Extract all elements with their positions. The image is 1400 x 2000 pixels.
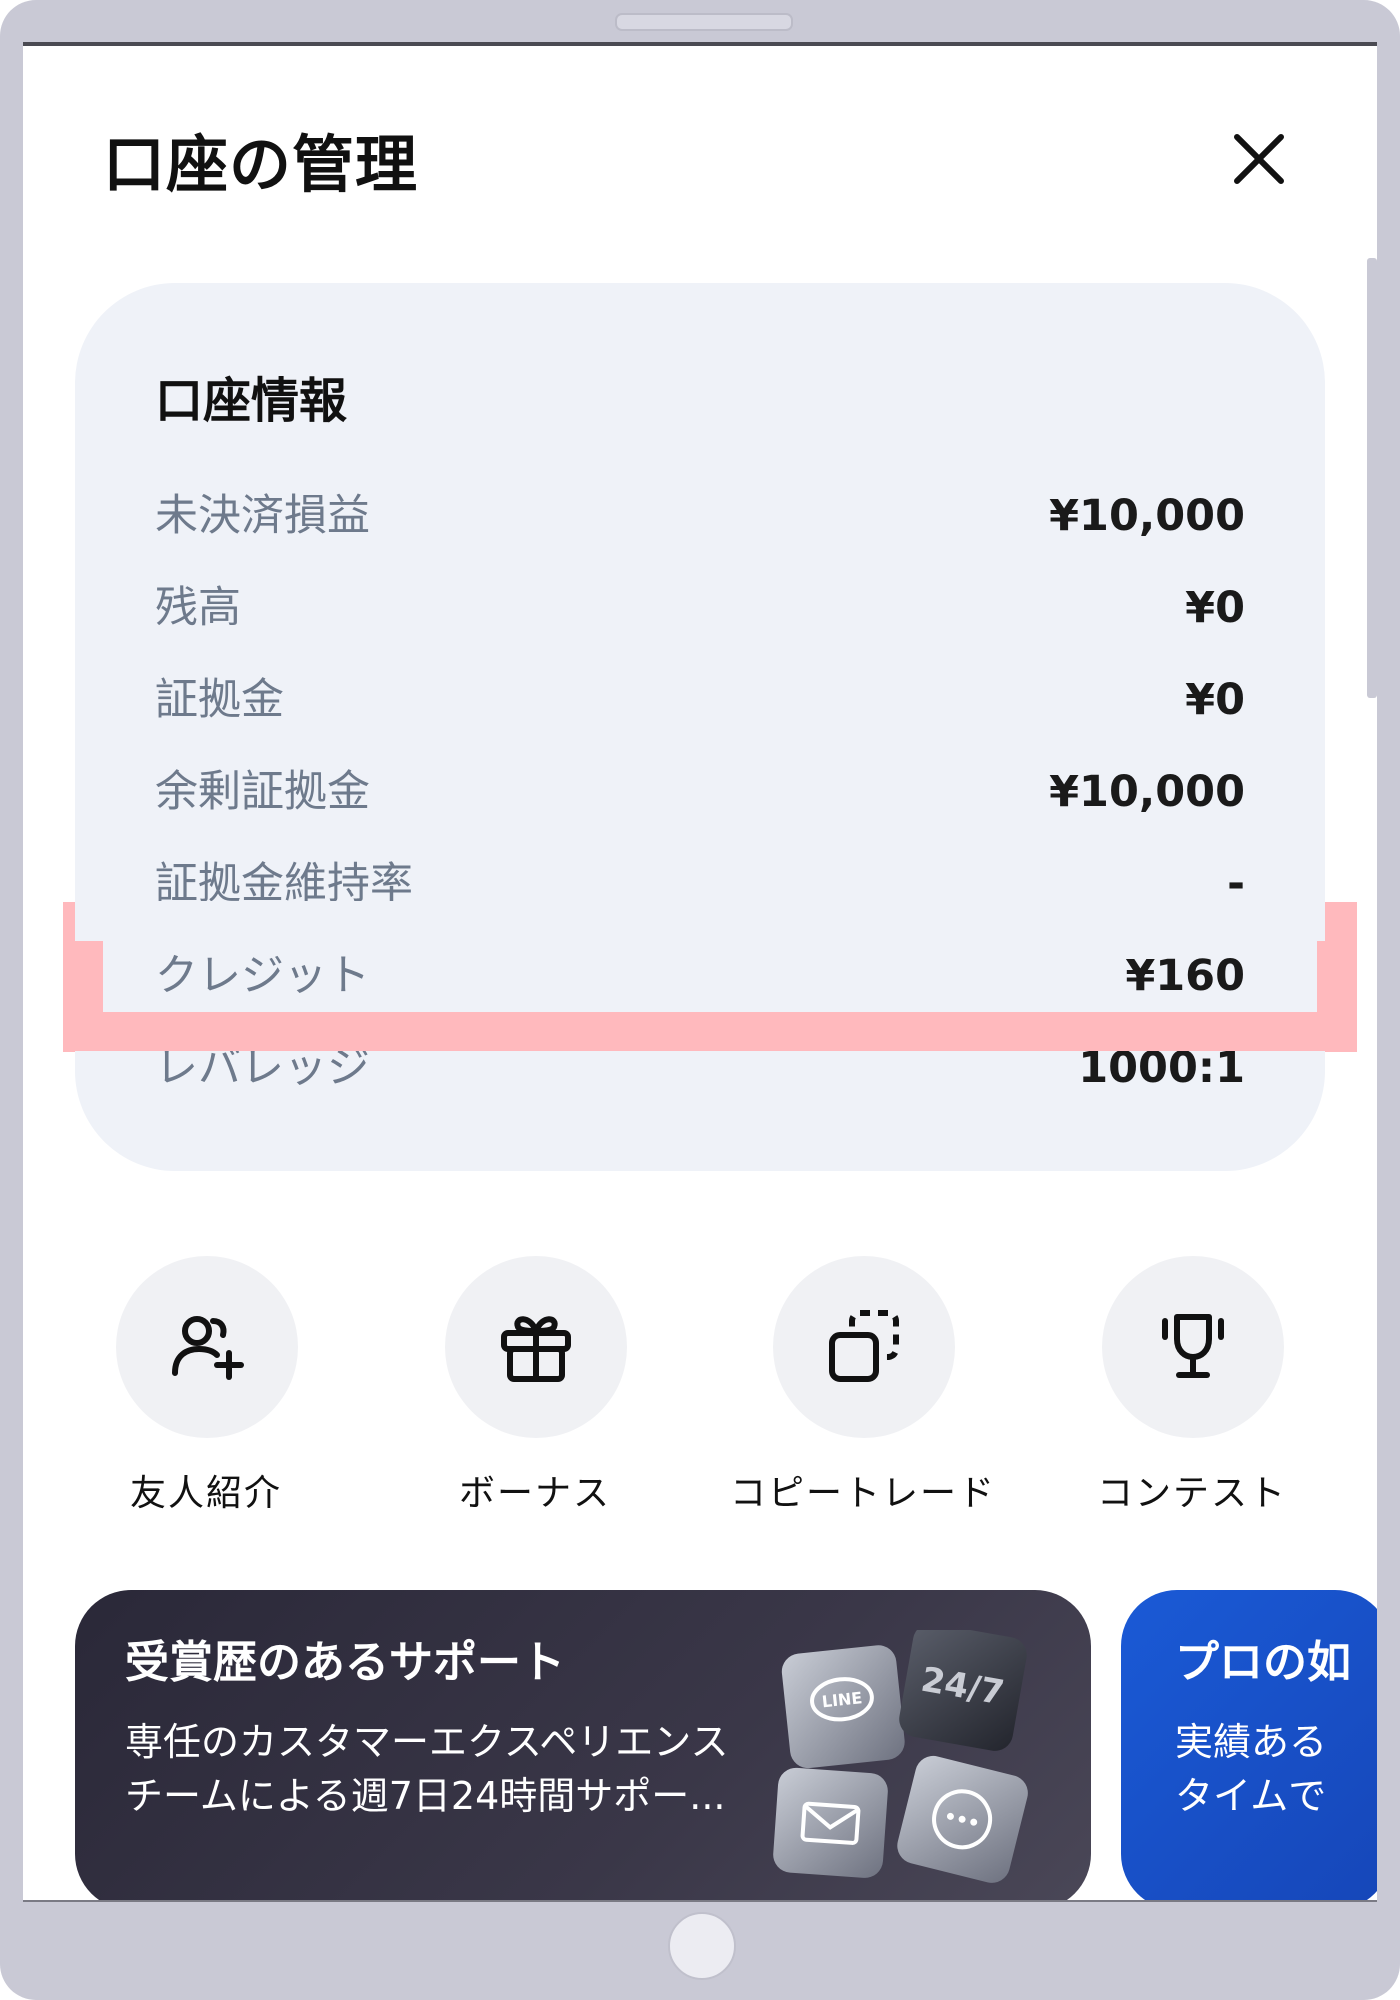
support-promo-card[interactable]: 受賞歴のあるサポート 専任のカスタマーエクスペリエンス チームによる週7日24時… [75,1590,1091,1900]
info-row-margin: 証拠金 ¥0 [155,665,1245,735]
info-row-leverage: レバレッジ 1000:1 [155,1051,1245,1103]
support-channels-illustration: LINE 24/7 [773,1630,1028,1883]
info-value: - [1227,859,1245,901]
info-label: 未決済損益 [155,491,370,541]
promo-title: 受賞歴のあるサポート [125,1637,565,1688]
info-value: ¥10,000 [1049,491,1245,541]
info-label: クレジット [155,951,370,1001]
trophy-icon [1162,1314,1224,1378]
screen: 口座の管理 口座情報 未決済損益 ¥10,000 残高 ¥0 証拠金 ¥0 余剰… [23,42,1377,1902]
quick-action-label: コピートレード [729,1473,996,1514]
page-title: 口座の管理 [103,128,419,201]
add-user-icon [172,1316,244,1380]
home-button[interactable] [668,1912,736,1980]
info-label: 証拠金 [155,675,284,725]
bonus-button[interactable]: ボーナス [390,1256,680,1514]
quick-action-label: ボーナス [458,1473,611,1514]
refer-friend-button[interactable]: 友人紹介 [61,1256,351,1514]
contest-button[interactable]: コンテスト [1047,1256,1337,1514]
account-info-title: 口座情報 [155,373,348,429]
info-row-unrealized-pl: 未決済損益 ¥10,000 [155,481,1245,551]
info-label: 証拠金維持率 [155,859,413,901]
close-icon[interactable] [1229,129,1289,189]
tablet-frame: 口座の管理 口座情報 未決済損益 ¥10,000 残高 ¥0 証拠金 ¥0 余剰… [0,0,1400,2000]
pro-promo-card[interactable]: プロの如 実績ある タイムで [1121,1590,1377,1900]
info-row-balance: 残高 ¥0 [155,573,1245,643]
scrollbar[interactable] [1367,258,1377,698]
info-value: ¥0 [1185,583,1245,633]
promo-text: 実績ある タイムで [1175,1720,1328,1818]
copy-trade-button[interactable]: コピートレード [718,1256,1008,1514]
account-info-card: 口座情報 未決済損益 ¥10,000 残高 ¥0 証拠金 ¥0 余剰証拠金 ¥1… [75,283,1325,1171]
info-value: ¥10,000 [1049,767,1245,817]
quick-action-label: コンテスト [1096,1473,1287,1514]
copy-icon [829,1310,899,1382]
info-label: 余剰証拠金 [155,767,370,817]
info-row-free-margin: 余剰証拠金 ¥10,000 [155,757,1245,827]
info-row-credit: クレジット ¥160 [155,941,1245,1011]
info-label: レバレッジ [155,1051,370,1093]
info-value: 1000:1 [1078,1051,1245,1093]
info-label: 残高 [155,583,241,633]
info-value: ¥0 [1185,675,1245,725]
promo-title: プロの如 [1175,1637,1351,1688]
speaker-grille [615,13,793,31]
promo-text: 専任のカスタマーエクスペリエンス チームによる週7日24時間サポー... [125,1720,729,1818]
info-value: ¥160 [1125,951,1245,1001]
gift-icon [501,1316,571,1382]
info-row-margin-level: 証拠金維持率 - [155,849,1245,901]
quick-action-label: 友人紹介 [129,1473,282,1514]
